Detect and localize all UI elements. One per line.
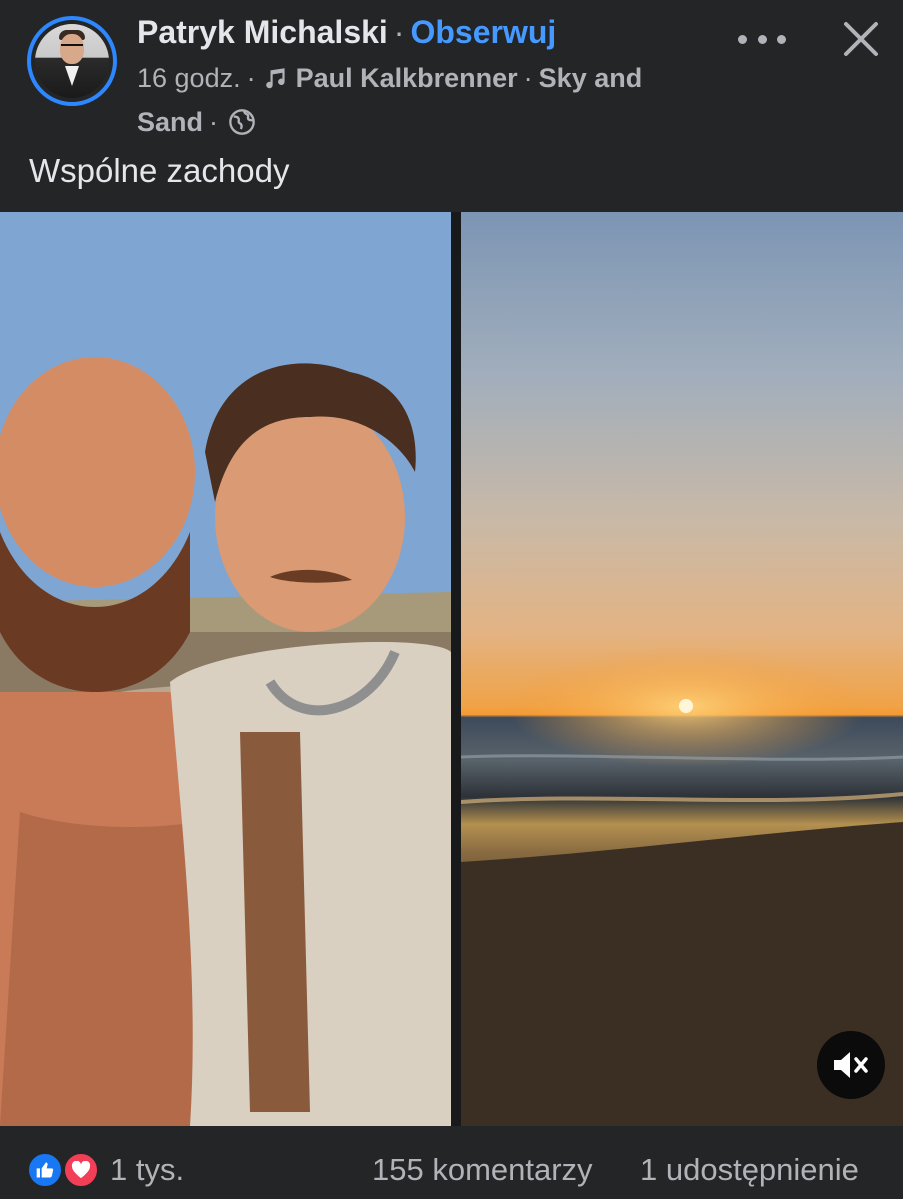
music-title-part2[interactable]: Sand — [137, 107, 203, 137]
shares-count[interactable]: 1 udostępnienie — [640, 1152, 859, 1188]
selfie-illustration — [0, 212, 451, 1126]
name-separator: · — [393, 14, 405, 50]
heart-icon[interactable] — [63, 1152, 99, 1188]
media-grid — [0, 212, 903, 1126]
close-x-icon — [844, 22, 878, 56]
music-note-icon — [264, 62, 290, 102]
author-name[interactable]: Patryk Michalski — [137, 14, 388, 50]
sunset-illustration — [461, 647, 903, 1126]
post-header: Patryk Michalski · Obserwuj 16 godz. · Paul … — [0, 0, 903, 212]
music-separator: · — [523, 63, 533, 93]
unmute-button[interactable] — [817, 1031, 885, 1099]
close-button[interactable] — [838, 16, 884, 62]
globe-icon[interactable] — [228, 107, 256, 147]
avatar-photo — [35, 24, 109, 98]
photo-selfie[interactable] — [0, 212, 451, 1126]
photo-sunset[interactable] — [461, 212, 903, 1126]
speaker-muted-icon — [834, 1052, 868, 1078]
comments-count[interactable]: 155 komentarzy — [372, 1152, 593, 1188]
post-time[interactable]: 16 godz. — [137, 63, 241, 93]
thumbs-up-icon[interactable] — [27, 1152, 63, 1188]
post-caption: Wspólne zachody — [29, 152, 290, 189]
meta-separator: · — [246, 63, 256, 93]
post-meta: 16 godz. · Paul Kalkbrenner · Sky and Sand · — [137, 58, 697, 147]
more-dots-icon — [738, 34, 747, 44]
reactions-count[interactable]: 1 tys. — [110, 1152, 184, 1188]
author-avatar[interactable] — [27, 16, 117, 106]
author-line: Patryk Michalski · Obserwuj — [137, 14, 556, 51]
music-artist[interactable]: Paul Kalkbrenner — [296, 63, 518, 93]
music-title-part1[interactable]: Sky and — [539, 63, 643, 93]
follow-button[interactable]: Obserwuj — [410, 14, 556, 50]
audience-separator: · — [209, 107, 219, 137]
more-options-button[interactable] — [738, 22, 786, 56]
